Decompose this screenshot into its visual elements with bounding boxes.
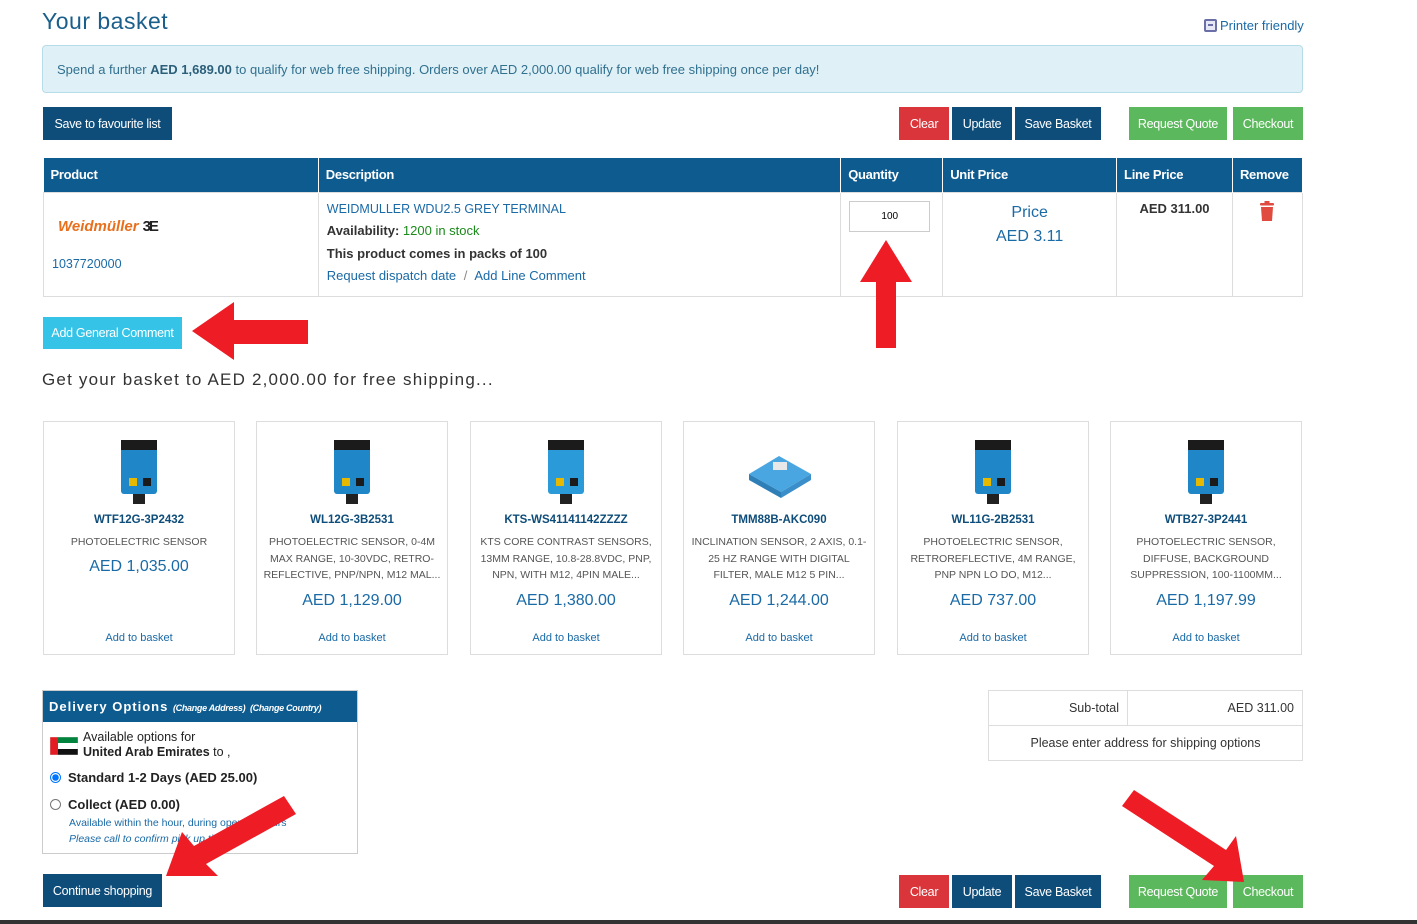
unit-price-cell: Price AED 3.11	[942, 191, 1118, 297]
arrow-left-icon	[192, 302, 308, 360]
change-country-link[interactable]: (Change Country)	[250, 703, 322, 713]
product-card[interactable]: WL12G-3B2531 PHOTOELECTRIC SENSOR, 0-4M M…	[256, 421, 448, 655]
col-unit-price: Unit Price	[942, 158, 1118, 192]
product-code[interactable]: KTS-WS41141142ZZZZ	[471, 514, 661, 526]
clear-button-bottom[interactable]: Clear	[899, 875, 949, 908]
product-card[interactable]: WTF12G-3P2432 PHOTOELECTRIC SENSOR AED 1,0…	[43, 421, 235, 655]
subtotal-value: AED 311.00	[1127, 690, 1303, 726]
order-summary: Sub-total AED 311.00 Please enter addres…	[988, 690, 1303, 761]
save-favourite-button[interactable]: Save to favourite list	[43, 107, 172, 140]
subtotal-label: Sub-total	[988, 690, 1128, 726]
page-bottom-border	[0, 920, 1417, 924]
product-price: AED 1,035.00	[89, 558, 189, 575]
uae-flag-icon	[50, 737, 78, 755]
trash-icon[interactable]	[1258, 200, 1276, 221]
product-code[interactable]: WL11G-2B2531	[898, 514, 1088, 526]
table-row: Sub-total AED 311.00	[988, 690, 1303, 726]
free-shipping-notice: Spend a further AED 1,689.00 to qualify …	[42, 45, 1303, 93]
sensor-image-icon[interactable]	[312, 434, 392, 506]
col-product: Product	[43, 158, 319, 192]
product-card[interactable]: WL11G-2B2531 PHOTOELECTRIC SENSOR, RETROR…	[897, 421, 1089, 655]
add-to-basket-link[interactable]: Add to basket	[471, 632, 661, 644]
product-name-link[interactable]: WEIDMULLER WDU2.5 GREY TERMINAL	[327, 198, 832, 221]
product-code[interactable]: WTB27-3P2441	[1111, 514, 1301, 526]
product-cell: Weidmüller 3E 1037720000	[43, 191, 319, 297]
standard-delivery-radio[interactable]	[50, 772, 61, 783]
product-card[interactable]: TMM88B-AKC090 INCLINATION SENSOR, 2 AXIS,…	[683, 421, 875, 655]
product-price: AED 737.00	[949, 592, 1037, 609]
product-description: INCLINATION SENSOR, 2 AXIS, 0.1-25 HZ RA…	[691, 536, 867, 581]
description-cell: WEIDMULLER WDU2.5 GREY TERMINAL Availabi…	[317, 191, 842, 297]
save-basket-button-bottom[interactable]: Save Basket	[1015, 875, 1101, 908]
remove-cell	[1231, 191, 1304, 297]
printer-friendly-link[interactable]: Printer friendly	[1204, 18, 1304, 33]
add-line-comment-link[interactable]: Add Line Comment	[474, 268, 585, 283]
product-price: AED 1,244.00	[729, 592, 829, 609]
shipping-note: Please enter address for shipping option…	[988, 725, 1303, 761]
add-to-basket-link[interactable]: Add to basket	[898, 632, 1088, 644]
product-price: AED 1,380.00	[516, 592, 616, 609]
brand-logo: Weidmüller 3E	[58, 217, 159, 235]
line-price-cell: AED 311.00	[1116, 191, 1233, 297]
page-title: Your basket	[42, 8, 169, 34]
product-price: AED 1,129.00	[302, 592, 402, 609]
sensor-image-icon[interactable]	[953, 434, 1033, 506]
standard-delivery-option[interactable]: Standard 1-2 Days (AED 25.00)	[50, 770, 257, 785]
unit-price: AED 3.11	[995, 227, 1064, 245]
table-row: Weidmüller 3E 1037720000 WEIDMULLER WDU2…	[43, 191, 1304, 297]
change-address-link[interactable]: (Change Address)	[173, 703, 246, 713]
printer-icon	[1204, 19, 1217, 32]
availability: Availability: 1200 in stock	[326, 223, 480, 238]
quantity-input[interactable]	[849, 200, 931, 232]
notice-amount: AED 1,689.00	[150, 62, 232, 77]
col-quantity: Quantity	[840, 158, 944, 192]
product-code[interactable]: WTF12G-3P2432	[44, 514, 234, 526]
request-quote-button[interactable]: Request Quote	[1129, 107, 1227, 140]
arrow-up-icon	[860, 240, 912, 348]
clear-button[interactable]: Clear	[899, 107, 949, 140]
sensor-image-icon[interactable]	[526, 434, 606, 506]
pack-note: This product comes in packs of 100	[326, 245, 548, 261]
product-code[interactable]: WL12G-3B2531	[257, 514, 447, 526]
product-description: PHOTOELECTRIC SENSOR, DIFFUSE, BACKGROUN…	[1130, 536, 1282, 581]
delivery-header: Delivery Options (Change Address) (Chang…	[43, 691, 357, 722]
sensor-image-icon[interactable]	[1166, 434, 1246, 506]
product-description: KTS CORE CONTRAST SENSORS, 13MM RANGE, 1…	[480, 536, 652, 581]
collect-radio[interactable]	[50, 799, 61, 810]
col-line-price: Line Price	[1116, 158, 1233, 192]
update-button-bottom[interactable]: Update	[952, 875, 1012, 908]
add-to-basket-link[interactable]: Add to basket	[684, 632, 874, 644]
arrow-down-left-icon	[166, 796, 296, 876]
basket-table: Product Description Quantity Unit Price …	[43, 158, 1304, 297]
add-general-comment-button[interactable]: Add General Comment	[43, 317, 182, 349]
col-description: Description	[318, 158, 842, 192]
update-button[interactable]: Update	[952, 107, 1012, 140]
sensor-image-icon[interactable]	[99, 434, 179, 506]
product-code-link[interactable]: 1037720000	[52, 257, 310, 271]
product-card[interactable]: KTS-WS41141142ZZZZ KTS CORE CONTRAST SENS…	[470, 421, 662, 655]
arrow-down-right-icon	[1122, 790, 1244, 882]
checkout-button[interactable]: Checkout	[1233, 107, 1303, 140]
request-dispatch-link[interactable]: Request dispatch date	[327, 268, 456, 283]
col-remove: Remove	[1232, 158, 1304, 192]
available-options-text: Available options for United Arab Emirat…	[83, 730, 231, 759]
continue-shopping-button[interactable]: Continue shopping	[43, 874, 162, 907]
table-row: Please enter address for shipping option…	[988, 725, 1303, 761]
add-to-basket-link[interactable]: Add to basket	[1111, 632, 1301, 644]
printer-friendly-label: Printer friendly	[1220, 18, 1304, 33]
upsell-title: Get your basket to AED 2,000.00 for free…	[42, 370, 494, 389]
save-basket-button[interactable]: Save Basket	[1015, 107, 1101, 140]
add-to-basket-link[interactable]: Add to basket	[44, 632, 234, 644]
line-price: AED 311.00	[1139, 200, 1210, 216]
product-description: PHOTOELECTRIC SENSOR, RETROREFLECTIVE, 4…	[910, 536, 1076, 581]
product-price: AED 1,197.99	[1156, 592, 1256, 609]
product-code[interactable]: TMM88B-AKC090	[684, 514, 874, 526]
brand-mark-icon: 3E	[142, 217, 159, 235]
sensor-image-icon[interactable]	[739, 434, 819, 506]
product-card[interactable]: WTB27-3P2441 PHOTOELECTRIC SENSOR, DIFFUS…	[1110, 421, 1302, 655]
add-to-basket-link[interactable]: Add to basket	[257, 632, 447, 644]
product-description: PHOTOELECTRIC SENSOR, 0-4M MAX RANGE, 10…	[263, 536, 441, 581]
